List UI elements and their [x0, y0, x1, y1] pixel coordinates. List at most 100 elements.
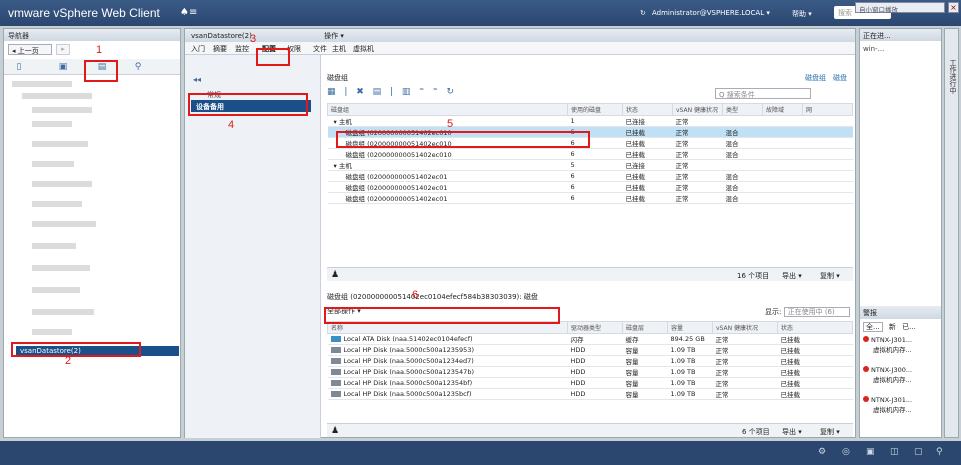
cell: 已挂载 [777, 344, 853, 356]
export-button[interactable]: 导出 ▾ [782, 427, 802, 437]
col-disk-group[interactable]: 磁盘组 [327, 103, 568, 116]
tree-node-redacted[interactable] [32, 121, 72, 127]
tree-node-redacted[interactable] [32, 309, 94, 315]
search-icon[interactable]: ⚲ [936, 447, 943, 457]
tab-hosts[interactable]: 主机 [332, 44, 346, 54]
tree-node-redacted[interactable] [12, 81, 72, 87]
disk-row[interactable]: Local ATA Disk (naa.51402ec0104efecf) 闪存缓… [327, 333, 853, 345]
link-disk-groups[interactable]: 磁盘组 [805, 73, 826, 83]
col-disk-tier[interactable]: 磁盘层 [622, 321, 668, 334]
col-vsan-health[interactable]: vSAN 健康状况 [712, 321, 778, 334]
disk-row[interactable]: Local HP Disk (naa.5000c500a123547b) HDD 容… [327, 366, 853, 378]
filter-input[interactable]: Q 搜索条件 [715, 88, 811, 99]
collapse-icon[interactable]: ◂◂ [193, 75, 201, 84]
col-fault-domain[interactable]: 故障域 [762, 103, 803, 116]
alarms-title: 警报 [860, 306, 941, 319]
tab-monitor[interactable]: 监控 [235, 44, 249, 54]
tree-node-redacted[interactable] [32, 243, 76, 249]
forward-button[interactable]: ▸ [56, 44, 70, 55]
tree-node-redacted[interactable] [32, 329, 72, 335]
alarm-item[interactable]: NTNX-J301... 虚拟机内存... [863, 395, 912, 415]
disk-row[interactable]: Local HP Disk (naa.5000c500a1235953) HDD 容… [327, 344, 853, 356]
recent-objects-icon[interactable]: ⚙ [818, 447, 826, 457]
disk-group-toolbar[interactable]: ▦ | ✖ ▤ | ▥ ⁼ ⁼ ↻ [327, 87, 457, 97]
hosts-tab-icon[interactable]: ▯ [10, 61, 28, 73]
actions-menu[interactable]: 操作 ▾ [324, 32, 344, 40]
show-select[interactable]: 正在使用中 (6) [783, 307, 850, 317]
tab-vms[interactable]: 虚拟机 [353, 44, 374, 54]
col-drive-type[interactable]: 驱动器类型 [567, 321, 623, 334]
refresh-icon[interactable]: ↻ [640, 9, 646, 17]
panel-icon[interactable]: ▣ [866, 447, 875, 457]
tree-node-redacted[interactable] [22, 93, 92, 99]
close-icon[interactable]: × [948, 2, 959, 13]
cell: 1.09 TB [667, 377, 713, 389]
disk-name: Local HP Disk (naa.5000c500a1235953) [343, 346, 475, 354]
col-state[interactable]: 状态 [622, 103, 673, 116]
alarm-tab-ack[interactable]: 已... [902, 323, 916, 331]
network-tab-icon[interactable]: ⚲ [129, 61, 147, 73]
copy-button[interactable]: 复制 ▾ [820, 271, 840, 281]
tree-node-redacted[interactable] [32, 161, 74, 167]
annotation-number: 5 [447, 118, 454, 130]
disk-row[interactable]: Local HP Disk (naa.5000c500a1235bcf) HDD 容… [327, 388, 853, 400]
annotation-number: 2 [65, 355, 72, 367]
col-vsan-health[interactable]: vSAN 健康状况 [672, 103, 723, 116]
cell: 已挂载 [777, 377, 853, 389]
col-capacity[interactable]: 容量 [667, 321, 713, 334]
alarm-tab-new[interactable]: 新 [889, 323, 896, 331]
alarm-icon [863, 366, 869, 372]
col-type[interactable]: 类型 [722, 103, 763, 116]
disk-row[interactable]: Local HP Disk (naa.5000c500a12354bf) HDD 容… [327, 377, 853, 389]
cell: 1.09 TB [667, 366, 713, 378]
tree-node-redacted[interactable] [32, 141, 88, 147]
tab-files[interactable]: 文件 [313, 44, 327, 54]
table-row[interactable]: ▾ 主机 5 已连接 正常 [327, 159, 853, 171]
link-disks[interactable]: 磁盘 [833, 73, 847, 83]
vms-tab-icon[interactable]: ▣ [54, 61, 72, 73]
tab-getting-started[interactable]: 入门 [191, 44, 205, 54]
table-row[interactable]: 磁盘组 (020000000051402ec010 6 已挂载 正常 混合 [327, 148, 853, 160]
col-disks-used[interactable]: 使用的磁盘 [567, 103, 623, 116]
binoculars-icon[interactable]: ♟ [331, 426, 339, 436]
table-row[interactable]: 磁盘组 (020000000051402ec01 6 已挂载 正常 混合 [327, 192, 853, 204]
col-state[interactable]: 状态 [777, 321, 853, 334]
layout-icon[interactable]: ◫ [890, 447, 899, 457]
help-menu[interactable]: 帮助 ▾ [792, 9, 812, 19]
table-row[interactable]: 磁盘组 (020000000051402ec01 6 已挂载 正常 混合 [327, 170, 853, 182]
col-network[interactable]: 网 [802, 103, 853, 116]
tree-node-redacted[interactable] [32, 181, 92, 187]
tree-node-redacted[interactable] [32, 221, 96, 227]
back-button[interactable]: ◂ 上一页 [8, 44, 52, 55]
binoculars-icon[interactable]: ♟ [331, 270, 339, 280]
tree-node-redacted[interactable] [32, 265, 90, 271]
export-button[interactable]: 导出 ▾ [782, 271, 802, 281]
tree-node-redacted[interactable] [32, 287, 80, 293]
window-icon[interactable]: ▢ [914, 447, 923, 457]
cell: 已挂载 [777, 333, 853, 345]
popout-button[interactable]: 自小窗口播放 [855, 2, 945, 14]
disk-group-cell: 磁盘组 (020000000051402ec01 [327, 181, 568, 193]
cell [802, 192, 853, 204]
alarm-item[interactable]: NTNX-J301... 虚拟机内存... [863, 335, 912, 355]
work-in-progress-strip[interactable]: 工作进行中 [944, 28, 959, 438]
user-menu[interactable]: Administrator@VSPHERE.LOCAL ▾ [652, 9, 770, 17]
clock-icon[interactable]: ◎ [842, 447, 850, 457]
alarm-tab-all[interactable]: 全... [863, 322, 883, 332]
copy-button[interactable]: 复制 ▾ [820, 427, 840, 437]
tree-node-redacted[interactable] [32, 107, 92, 113]
tab-summary[interactable]: 摘要 [213, 44, 227, 54]
cell [802, 137, 853, 149]
task-item[interactable]: win-... [863, 45, 884, 53]
alarm-item[interactable]: NTNX-J300... 虚拟机内存... [863, 365, 912, 385]
cell: 已连接 [622, 115, 673, 127]
cell [722, 159, 763, 171]
cell: 已挂载 [777, 355, 853, 367]
disk-row[interactable]: Local HP Disk (naa.5000c500a1234ed7) HDD 容… [327, 355, 853, 367]
cell: 正常 [672, 148, 723, 160]
tree-node-redacted[interactable] [32, 201, 82, 207]
home-icon[interactable]: ♠≡ [180, 7, 197, 18]
table-row[interactable]: 磁盘组 (020000000051402ec01 6 已挂载 正常 混合 [327, 181, 853, 193]
disks-grid: 名称 驱动器类型 磁盘层 容量 vSAN 健康状况 状态 Local ATA D… [327, 321, 853, 400]
table-row[interactable]: ▾ 主机 1 已连接 正常 [327, 115, 853, 127]
